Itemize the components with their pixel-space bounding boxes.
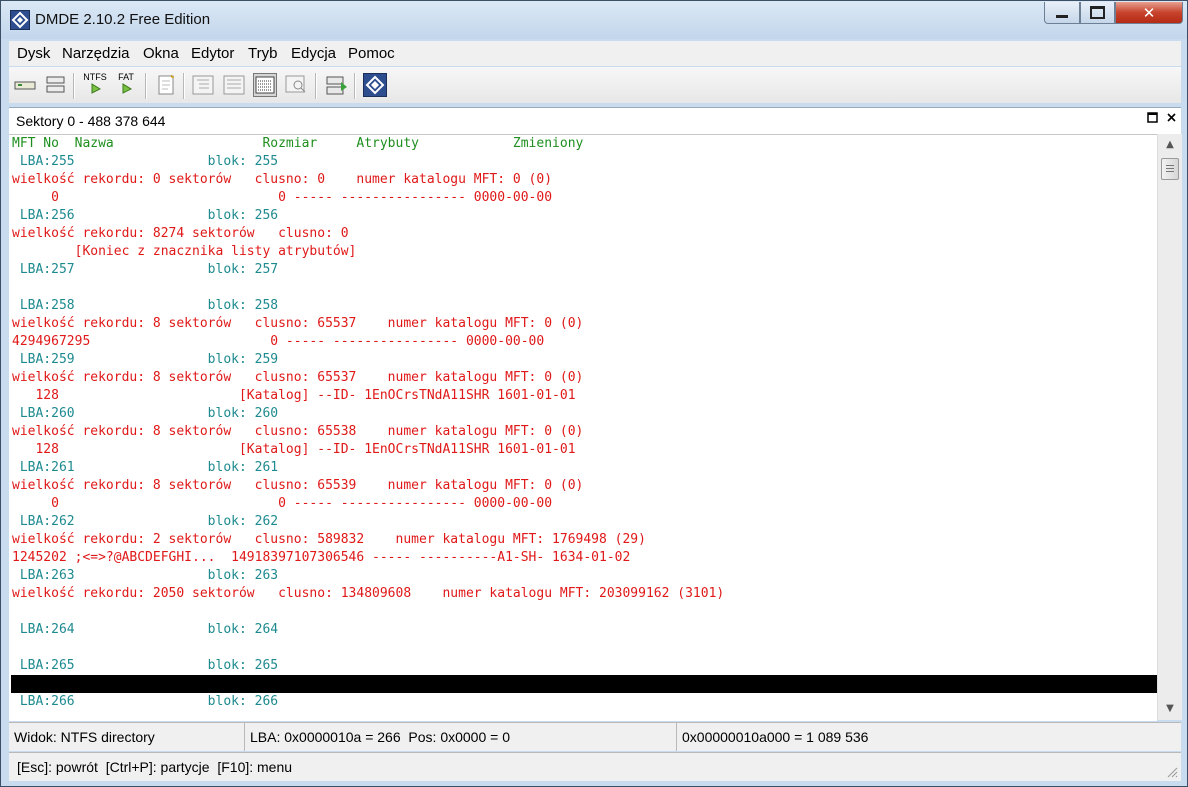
- hint-bar: [Esc]: powrót [Ctrl+P]: partycje [F10]: …: [9, 752, 1181, 781]
- record-row[interactable]: wielkość rekordu: 2050 sektorów clusno: …: [12, 585, 724, 603]
- lba-row[interactable]: LBA:265 blok: 265: [12, 657, 278, 675]
- lba-row[interactable]: LBA:263 blok: 263: [12, 567, 278, 585]
- record-row[interactable]: 128 [Katalog] --ID- 1EnOCrsTNdA11SHR 160…: [12, 387, 575, 405]
- record-row[interactable]: wielkość rekordu: 8 sektorów clusno: 655…: [12, 477, 583, 495]
- status-offset: 0x00000010a000 = 1 089 536: [682, 729, 869, 745]
- maximize-icon: [1090, 6, 1105, 19]
- status-lba-cell: LBA: 0x0000010a = 266 Pos: 0x0000 = 0: [245, 723, 677, 751]
- lba-row[interactable]: LBA:264 blok: 264: [12, 621, 278, 639]
- menu-pomoc[interactable]: Pomoc: [348, 45, 395, 62]
- minimize-icon: [1056, 15, 1068, 18]
- column-header: MFT No Nazwa Rozmiar Atrybuty Zmieniony: [12, 136, 584, 151]
- lba-row[interactable]: LBA:258 blok: 258: [12, 297, 278, 315]
- dmde-logo-icon-button[interactable]: [363, 73, 387, 97]
- record-row[interactable]: 0 0 ----- ---------------- 0000-00-00: [12, 189, 552, 207]
- panel-maximize-icon[interactable]: [1147, 112, 1158, 127]
- toolbar-separator: [73, 73, 75, 99]
- record-row[interactable]: 1245202 ;<=>?@ABCDEFGHI... 1491839710730…: [12, 549, 630, 567]
- tree-view-icon-button[interactable]: [191, 73, 215, 97]
- lba-row[interactable]: LBA:266 blok: 266: [12, 693, 278, 711]
- dmde-app-icon[interactable]: [10, 10, 30, 30]
- resize-grip-icon[interactable]: [1166, 766, 1178, 778]
- record-row[interactable]: 0 0 ----- ---------------- 0000-00-00: [12, 495, 552, 513]
- partitions-icon-button[interactable]: [44, 73, 68, 97]
- status-view: Widok: NTFS directory: [14, 729, 155, 745]
- thumb-grip: [1166, 171, 1174, 172]
- record-row[interactable]: wielkość rekordu: 8 sektorów clusno: 655…: [12, 369, 583, 387]
- fat-label: FAT: [118, 72, 134, 82]
- toolbar-separator: [145, 73, 147, 99]
- maximize-button[interactable]: [1080, 2, 1115, 24]
- menu-tryb[interactable]: Tryb: [248, 45, 277, 62]
- fat-button[interactable]: FAT: [113, 73, 139, 97]
- menu-edytor[interactable]: Edytor: [191, 45, 234, 62]
- toolbar-separator: [354, 73, 356, 99]
- ntfs-label: NTFS: [83, 72, 107, 82]
- status-view-cell: Widok: NTFS directory: [9, 723, 245, 751]
- record-row[interactable]: wielkość rekordu: 8 sektorów clusno: 655…: [12, 423, 583, 441]
- navigate-icon-button[interactable]: [324, 73, 348, 97]
- lba-row[interactable]: LBA:257 blok: 257: [12, 261, 278, 279]
- toolbar-separator: [183, 73, 185, 99]
- record-row[interactable]: wielkość rekordu: 0 sektorów clusno: 0 n…: [12, 171, 552, 189]
- minimize-button[interactable]: [1044, 2, 1080, 24]
- panel-title-bar: Sektory 0 - 488 378 644: [9, 107, 1181, 134]
- lba-row[interactable]: LBA:259 blok: 259: [12, 351, 278, 369]
- scroll-thumb[interactable]: [1161, 158, 1179, 180]
- status-lba: LBA: 0x0000010a = 266 Pos: 0x0000 = 0: [250, 729, 510, 745]
- record-row[interactable]: wielkość rekordu: 8274 sektorów clusno: …: [12, 225, 349, 243]
- menu-edycja[interactable]: Edycja: [291, 45, 336, 62]
- status-bar: Widok: NTFS directory LBA: 0x0000010a = …: [9, 722, 1181, 751]
- panel-title: Sektory 0 - 488 378 644: [16, 113, 166, 129]
- lba-row[interactable]: LBA:256 blok: 256: [12, 207, 278, 225]
- scroll-down-arrow-icon[interactable]: ▼: [1158, 698, 1182, 720]
- lba-row[interactable]: LBA:262 blok: 262: [12, 513, 278, 531]
- lba-row[interactable]: LBA:255 blok: 255: [12, 153, 278, 171]
- window-title: DMDE 2.10.2 Free Edition: [35, 11, 211, 28]
- toolbar: NTFS FAT: [9, 67, 1181, 103]
- thumb-grip: [1166, 165, 1174, 166]
- vertical-scrollbar[interactable]: ▲ ▼: [1157, 134, 1182, 720]
- directory-listing[interactable]: MFT No Nazwa Rozmiar Atrybuty Zmieniony …: [9, 134, 1157, 721]
- ntfs-button[interactable]: NTFS: [82, 73, 108, 97]
- lba-row[interactable]: LBA:260 blok: 260: [12, 405, 278, 423]
- new-file-icon-button[interactable]: [154, 73, 178, 97]
- title-bar[interactable]: DMDE 2.10.2 Free Edition ✕: [1, 1, 1187, 39]
- record-row[interactable]: wielkość rekordu: 8 sektorów clusno: 655…: [12, 315, 583, 333]
- hex-view-icon-button[interactable]: [253, 73, 277, 97]
- status-offset-cell: 0x00000010a000 = 1 089 536: [677, 723, 1181, 751]
- record-row[interactable]: 128 [Katalog] --ID- 1EnOCrsTNdA11SHR 160…: [12, 441, 575, 459]
- record-row[interactable]: wielkość rekordu: 2 sektorów clusno: 589…: [12, 531, 646, 549]
- app-window: DMDE 2.10.2 Free Edition ✕ Dysk Narzędzi…: [0, 0, 1188, 787]
- menu-narzedzia[interactable]: Narzędzia: [62, 45, 130, 62]
- menu-bar: Dysk Narzędzia Okna Edytor Tryb Edycja P…: [9, 41, 1181, 66]
- panel-close-icon[interactable]: [1166, 112, 1177, 127]
- record-row[interactable]: [Koniec z znacznika listy atrybutów]: [12, 243, 357, 261]
- menu-okna[interactable]: Okna: [143, 45, 179, 62]
- scroll-up-arrow-icon[interactable]: ▲: [1158, 134, 1182, 156]
- keyboard-hints: [Esc]: powrót [Ctrl+P]: partycje [F10]: …: [17, 759, 293, 775]
- menu-dysk[interactable]: Dysk: [17, 45, 50, 62]
- drive-icon-button[interactable]: [13, 73, 37, 97]
- record-row[interactable]: 4294967295 0 ----- ---------------- 0000…: [12, 333, 544, 351]
- lba-row[interactable]: LBA:261 blok: 261: [12, 459, 278, 477]
- thumb-grip: [1166, 168, 1174, 169]
- selected-row[interactable]: [11, 675, 1157, 693]
- close-icon: ✕: [1142, 3, 1156, 22]
- close-button[interactable]: ✕: [1115, 2, 1183, 24]
- list-view-icon-button[interactable]: [222, 73, 246, 97]
- search-view-icon-button[interactable]: [284, 73, 308, 97]
- toolbar-separator: [315, 73, 317, 99]
